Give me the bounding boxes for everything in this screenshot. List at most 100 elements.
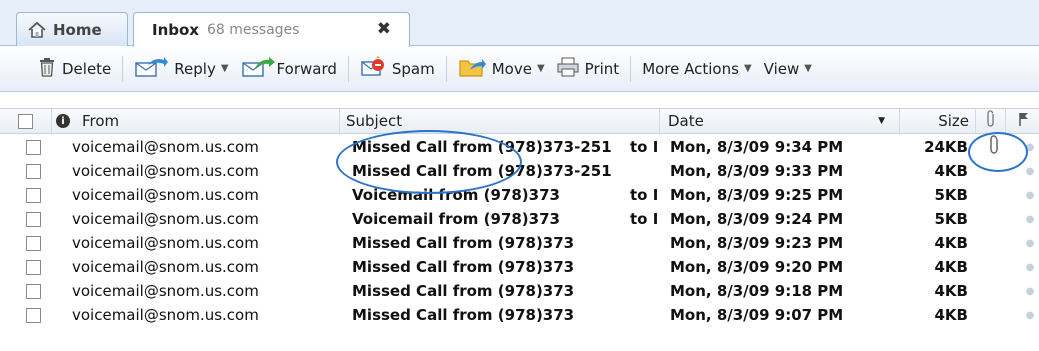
row-checkbox[interactable] <box>26 187 41 203</box>
select-all-checkbox[interactable] <box>18 113 33 129</box>
message-from: voicemail@snom.us.com <box>72 162 259 180</box>
message-size: 4KB <box>934 234 969 252</box>
flag-dot-icon[interactable]: ● <box>1022 159 1038 183</box>
attachment-column-header[interactable] <box>976 109 1006 133</box>
row-checkbox-cell[interactable] <box>26 255 41 279</box>
toolbar-divider <box>445 55 447 82</box>
row-checkbox-cell[interactable] <box>26 207 41 231</box>
message-recipient: to I <box>630 210 659 228</box>
spam-label: Spam <box>391 59 435 78</box>
forward-button[interactable]: Forward <box>235 53 343 85</box>
message-recipient <box>630 279 670 303</box>
message-row[interactable]: voicemail@snom.us.com Missed Call from (… <box>0 279 1039 303</box>
spam-button[interactable]: Spam <box>354 53 441 85</box>
message-row[interactable]: voicemail@snom.us.com Voicemail from (97… <box>0 207 1039 231</box>
message-size: 4KB <box>934 162 969 180</box>
message-row[interactable]: voicemail@snom.us.com Missed Call from (… <box>0 231 1039 255</box>
size-column-header[interactable]: Size <box>900 109 976 133</box>
flag-dot-icon[interactable]: ● <box>1022 303 1038 327</box>
paperclip-icon <box>988 135 1002 159</box>
message-from: voicemail@snom.us.com <box>72 186 259 204</box>
message-from: voicemail@snom.us.com <box>72 282 259 300</box>
toolbar-divider <box>122 55 124 82</box>
print-label: Print <box>584 59 620 78</box>
flag-dot-icon[interactable]: ● <box>1022 183 1038 207</box>
row-checkbox[interactable] <box>26 163 41 179</box>
message-size: 4KB <box>934 306 969 324</box>
flag-dot-icon[interactable]: ● <box>1022 231 1038 255</box>
reply-dropdown-icon[interactable]: ▼ <box>221 63 229 74</box>
row-checkbox-cell[interactable] <box>26 303 41 327</box>
message-date: Mon, 8/3/09 9:18 PM <box>670 282 844 300</box>
message-row[interactable]: voicemail@snom.us.com Missed Call from (… <box>0 303 1039 327</box>
message-size: 5KB <box>934 210 969 228</box>
message-row[interactable]: voicemail@snom.us.com Missed Call from (… <box>0 159 1039 183</box>
move-button[interactable]: Move ▼ <box>452 53 551 85</box>
message-subject: Missed Call from (978)373-251 <box>352 138 612 156</box>
flag-dot-icon[interactable]: ● <box>1022 207 1038 231</box>
info-icon: i <box>56 114 70 128</box>
flag-column-header[interactable] <box>1006 109 1039 133</box>
message-recipient <box>630 231 670 255</box>
reply-label: Reply <box>174 59 216 78</box>
row-checkbox[interactable] <box>26 211 41 227</box>
message-recipient <box>630 255 670 279</box>
move-dropdown-icon[interactable]: ▼ <box>537 63 545 74</box>
date-header-label: Date <box>668 112 704 130</box>
row-checkbox-cell[interactable] <box>26 135 41 159</box>
flag-dot-icon[interactable]: ● <box>1022 135 1038 159</box>
attachment-cell <box>980 303 1010 327</box>
more-actions-button[interactable]: More Actions ▼ <box>636 53 757 85</box>
row-checkbox[interactable] <box>26 235 41 251</box>
flag-dot-icon[interactable]: ● <box>1022 255 1038 279</box>
select-all-column[interactable] <box>0 109 52 133</box>
row-checkbox[interactable] <box>26 139 41 155</box>
row-checkbox-cell[interactable] <box>26 183 41 207</box>
tab-home-label: Home <box>53 20 102 39</box>
message-from: voicemail@snom.us.com <box>72 234 259 252</box>
message-from: voicemail@snom.us.com <box>72 210 259 228</box>
message-row[interactable]: voicemail@snom.us.com Missed Call from (… <box>0 255 1039 279</box>
message-row[interactable]: voicemail@snom.us.com Voicemail from (97… <box>0 183 1039 207</box>
message-size: 4KB <box>934 282 969 300</box>
view-button[interactable]: View ▼ <box>758 53 818 85</box>
row-checkbox[interactable] <box>26 283 41 299</box>
message-subject: Missed Call from (978)373 <box>352 306 575 324</box>
attachment-cell <box>980 183 1010 207</box>
message-date: Mon, 8/3/09 9:23 PM <box>670 234 844 252</box>
trash-icon <box>38 57 56 81</box>
message-date: Mon, 8/3/09 9:07 PM <box>670 306 844 324</box>
subject-column-header[interactable]: Subject <box>340 109 660 133</box>
message-row[interactable]: voicemail@snom.us.com Missed Call from (… <box>0 135 1039 159</box>
message-subject: Missed Call from (978)373 <box>352 234 575 252</box>
from-column-header[interactable]: i From <box>52 109 340 133</box>
forward-icon <box>241 56 275 82</box>
from-header-label: From <box>82 112 120 130</box>
tab-home[interactable]: Home <box>16 12 128 46</box>
delete-button[interactable]: Delete <box>32 53 117 85</box>
paperclip-icon <box>985 110 997 132</box>
tab-inbox[interactable]: Inbox 68 messages ✖ <box>133 12 410 47</box>
message-date: Mon, 8/3/09 9:25 PM <box>670 186 844 204</box>
reply-button[interactable]: Reply ▼ <box>128 53 234 85</box>
more-actions-label: More Actions <box>642 59 739 78</box>
chevron-down-icon: ▼ <box>804 63 812 74</box>
message-recipient: to I <box>630 138 659 156</box>
row-checkbox[interactable] <box>26 307 41 323</box>
print-button[interactable]: Print <box>551 53 626 85</box>
row-checkbox[interactable] <box>26 259 41 275</box>
row-checkbox-cell[interactable] <box>26 159 41 183</box>
attachment-cell <box>980 231 1010 255</box>
message-from: voicemail@snom.us.com <box>72 306 259 324</box>
flag-icon <box>1017 111 1029 131</box>
message-subject: Missed Call from (978)373 <box>352 282 575 300</box>
date-column-header[interactable]: Date ▼ <box>660 109 900 133</box>
row-checkbox-cell[interactable] <box>26 231 41 255</box>
flag-dot-icon[interactable]: ● <box>1022 279 1038 303</box>
message-size: 5KB <box>934 186 969 204</box>
message-date: Mon, 8/3/09 9:34 PM <box>670 138 844 156</box>
close-tab-icon[interactable]: ✖ <box>377 19 391 39</box>
message-size: 24KB <box>924 138 968 156</box>
row-checkbox-cell[interactable] <box>26 279 41 303</box>
printer-icon <box>557 57 579 81</box>
